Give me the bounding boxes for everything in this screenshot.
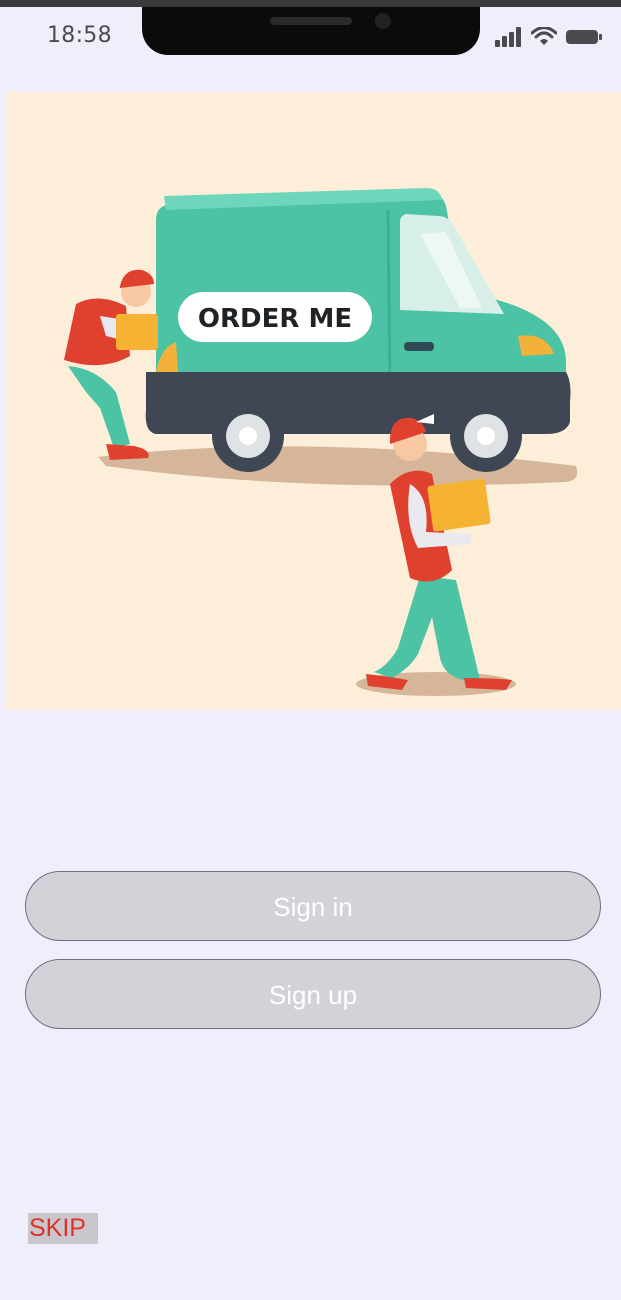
top-edge [0,0,621,7]
delivery-illustration: ORDER ME [6,92,621,710]
sign-up-button[interactable]: Sign up [25,959,601,1029]
onboarding-screen: 18:58 ORDER ME Sign in Sign up SKIP [0,0,621,1300]
speaker-grille [270,17,352,25]
worker-loading [64,269,158,460]
skip-button[interactable]: SKIP [28,1213,98,1244]
sign-in-button[interactable]: Sign in [25,871,601,941]
wifi-icon [531,27,557,45]
battery-icon [566,30,602,44]
camera-notch [142,7,480,55]
van-sign-text: ORDER ME [198,304,352,334]
signal-icon [495,27,521,47]
status-bar: 18:58 [0,7,621,67]
front-camera [375,13,391,29]
status-time: 18:58 [47,23,112,48]
rear-wheel [212,400,284,472]
van-sign: ORDER ME [178,292,372,342]
status-icons [495,25,603,49]
front-wheel [450,400,522,472]
